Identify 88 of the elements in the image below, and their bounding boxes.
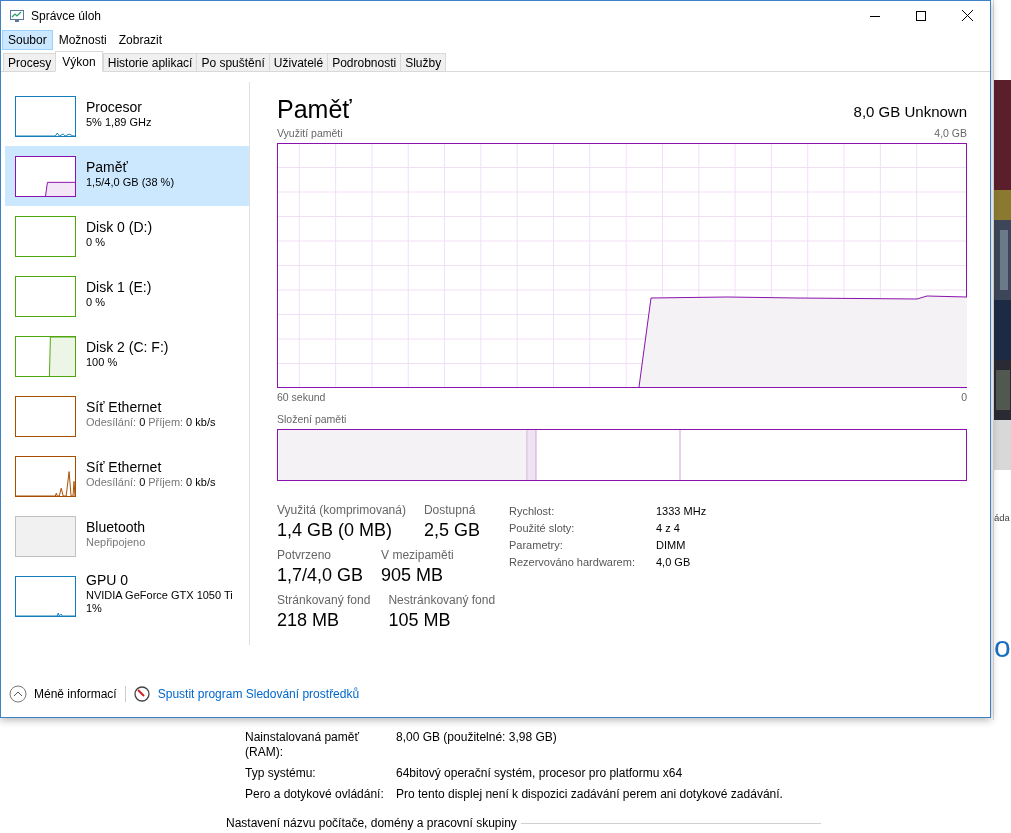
stat-label: Příjem: — [148, 475, 184, 489]
stat-value: 1,4 GB (0 MB) — [277, 519, 394, 542]
panel-title: Paměť — [277, 94, 352, 124]
device-usage: 100 % — [86, 355, 119, 369]
tab[interactable]: Po spuštění — [196, 53, 269, 72]
device-usage: 1% — [86, 602, 103, 615]
device-usage: NVIDIA GeForce GTX 1050 Ti — [86, 589, 233, 602]
property-value: 4,0 GB — [656, 556, 692, 568]
device-name: Disk 1 (E:) — [86, 277, 152, 296]
maximize-icon — [916, 10, 926, 21]
section-title: Nastavení názvu počítače, domény a pracovní skupiny — [226, 816, 517, 830]
property-label: Rychlost: — [509, 505, 556, 517]
collapse-icon — [9, 685, 27, 703]
sidebar-item[interactable]: Disk 0 (D:) 0 % — [5, 206, 249, 266]
cut-heading: o — [994, 630, 1011, 664]
stat-value: 1,7/4,0 GB — [277, 564, 364, 587]
property-value: 64bitový operační systém, procesor pro platformu x64 — [396, 766, 683, 781]
stat-value: 0 — [139, 475, 146, 489]
device-name: Procesor — [86, 97, 144, 116]
time-axis-label: 60 sekund — [277, 391, 326, 404]
sidebar-item[interactable]: GPU 0 NVIDIA GeForce GTX 1050 Ti 1% — [5, 566, 249, 626]
tab[interactable]: Procesy — [3, 53, 56, 72]
device-name: Paměť — [86, 157, 129, 176]
stat-label: Potvrzeno — [277, 548, 333, 563]
tab[interactable]: Historie aplikací — [102, 53, 197, 72]
stat-value: 105 MB — [388, 609, 452, 632]
tab[interactable]: Podrobnosti — [327, 53, 401, 72]
device-usage: 1,5/4,0 GB (38 %) — [86, 175, 175, 189]
fewer-details-button[interactable]: Méně informací — [9, 685, 117, 703]
window-title: Správce úloh — [31, 8, 102, 23]
menu-item[interactable]: Soubor — [2, 30, 53, 50]
stat-value: 2,5 GB — [423, 519, 480, 542]
graph-label: Využití paměti — [277, 127, 343, 140]
sidebar-item[interactable]: Disk 2 (C: F:) 100 % — [5, 326, 249, 386]
resource-monitor-link[interactable]: Spustit program Sledování prostředků — [157, 687, 360, 701]
property-label: Parametry: — [509, 539, 564, 551]
property-value: 1333 MHz — [656, 505, 707, 517]
property-label: Rezervováno hardwarem: — [509, 556, 636, 568]
stat-value: 0 — [139, 415, 146, 429]
graph-min-label: 0 — [961, 391, 967, 404]
stat-label: V mezipaměti — [381, 548, 454, 563]
graph-max-label: 4,0 GB — [934, 127, 967, 140]
tab[interactable]: Služby — [400, 53, 447, 72]
stat-label: Odesílání: — [86, 475, 137, 489]
sidebar-item[interactable]: Paměť 1,5/4,0 GB (38 %) — [5, 146, 249, 206]
cut-text: áda — [994, 512, 1010, 523]
gauge-icon — [133, 686, 150, 702]
menu-item[interactable]: Zobrazit — [112, 30, 169, 50]
device-name: GPU 0 — [86, 571, 129, 589]
sidebar-item[interactable]: Disk 1 (E:) 0 % — [5, 266, 249, 326]
stat-label: Nestránkovaný fond — [388, 593, 496, 608]
device-name: Bluetooth — [86, 517, 146, 536]
stat-label: Příjem: — [148, 415, 184, 429]
device-name: Síť Ethernet — [86, 457, 163, 476]
close-icon — [961, 10, 973, 21]
device-name: Disk 2 (C: F:) — [86, 337, 169, 356]
device-usage: 0 % — [86, 295, 106, 309]
sidebar-item[interactable]: Bluetooth Nepřipojeno — [5, 506, 249, 566]
property-value: 4 z 4 — [656, 522, 681, 534]
stat-label: Stránkovaný fond — [277, 593, 371, 608]
tab[interactable]: Uživatelé — [268, 53, 328, 72]
property-value: Pro tento displej není k dispozici zadávání perem ani dotykové zadávání. — [396, 787, 783, 802]
property-value: DIMM — [656, 539, 687, 551]
property-label: Nainstalovaná paměť (RAM): — [245, 730, 360, 760]
sidebar-item[interactable]: Procesor 5% 1,89 GHz — [5, 86, 249, 146]
device-usage: 5% 1,89 GHz — [86, 115, 152, 129]
sidebar-item[interactable]: Síť Ethernet Odesílání: 0 Příjem: 0 kb/s — [5, 386, 249, 446]
device-name: Síť Ethernet — [86, 397, 163, 416]
property-label: Pero a dotykové ovládání: — [245, 787, 385, 802]
stat-label: Dostupná — [423, 503, 477, 518]
device-usage: 0 % — [86, 235, 106, 249]
device-name: Disk 0 (D:) — [86, 217, 153, 236]
property-label: Typ systému: — [245, 766, 317, 781]
stat-value: 0 kb/s — [186, 475, 216, 489]
memory-description: 8,0 GB Unknown — [853, 103, 967, 120]
composition-label: Složení paměti — [277, 413, 347, 426]
stat-label: Odesílání: — [86, 415, 137, 429]
menu-item[interactable]: Možnosti — [52, 30, 113, 50]
property-label: Použité sloty: — [509, 522, 576, 534]
sidebar-item[interactable]: Síť Ethernet Odesílání: 0 Příjem: 0 kb/s — [5, 446, 249, 506]
device-status: Nepřipojeno — [86, 535, 146, 549]
stat-label: Využitá (komprimovaná) — [277, 503, 406, 518]
tab[interactable]: Výkon — [55, 51, 103, 72]
property-value: 8,00 GB (použitelné: 3,98 GB) — [396, 730, 557, 746]
stat-value: 0 kb/s — [186, 415, 216, 429]
stat-value: 905 MB — [381, 564, 445, 587]
stat-value: 218 MB — [277, 609, 341, 632]
monitor-icon — [9, 7, 25, 24]
